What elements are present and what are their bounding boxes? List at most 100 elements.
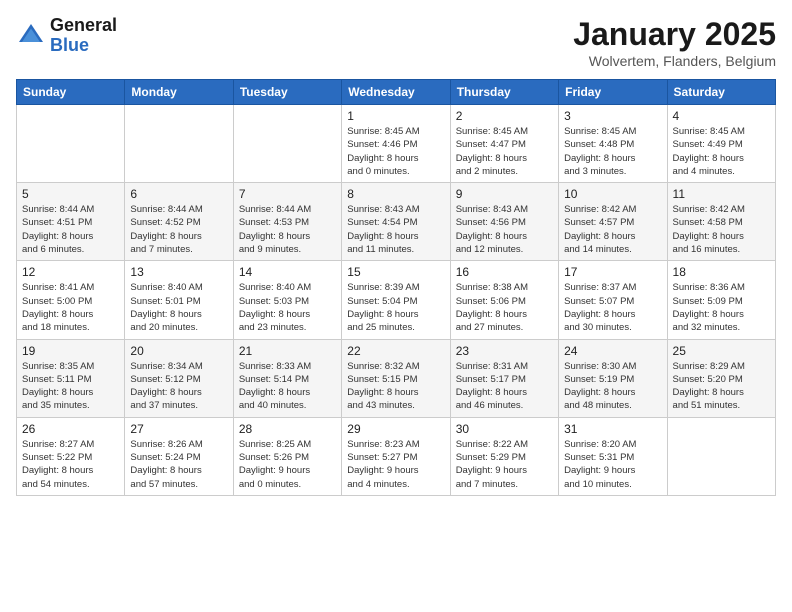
weekday-header-row: SundayMondayTuesdayWednesdayThursdayFrid… (17, 80, 776, 105)
calendar-cell: 18 Sunrise: 8:36 AM Sunset: 5:09 PM Dayli… (667, 261, 775, 339)
week-row-2: 5 Sunrise: 8:44 AM Sunset: 4:51 PM Daylig… (17, 183, 776, 261)
weekday-header-wednesday: Wednesday (342, 80, 450, 105)
calendar-cell: 19Sunrise: 8:35 AM Sunset: 5:11 PM Dayli… (17, 339, 125, 417)
calendar-cell: 12 Sunrise: 8:41 AM Sunset: 5:00 PM Dayli… (17, 261, 125, 339)
day-info: Sunrise: 8:45 AM Sunset: 4:47 PM Dayligh… (456, 125, 553, 178)
day-number: 24 (564, 344, 661, 358)
day-info: Sunrise: 8:42 AM Sunset: 4:58 PM Dayligh… (673, 203, 770, 256)
calendar-cell: 31Sunrise: 8:20 AM Sunset: 5:31 PM Dayli… (559, 417, 667, 495)
calendar-cell: 30 Sunrise: 8:22 AM Sunset: 5:29 PM Dayli… (450, 417, 558, 495)
day-number: 14 (239, 265, 336, 279)
day-number: 11 (673, 187, 770, 201)
calendar-cell: 5 Sunrise: 8:44 AM Sunset: 4:51 PM Daylig… (17, 183, 125, 261)
calendar: SundayMondayTuesdayWednesdayThursdayFrid… (16, 79, 776, 496)
day-info: Sunrise: 8:22 AM Sunset: 5:29 PM Dayligh… (456, 438, 553, 491)
week-row-1: 1 Sunrise: 8:45 AM Sunset: 4:46 PM Daylig… (17, 105, 776, 183)
day-number: 13 (130, 265, 227, 279)
day-number: 23 (456, 344, 553, 358)
weekday-header-saturday: Saturday (667, 80, 775, 105)
calendar-cell: 16 Sunrise: 8:38 AM Sunset: 5:06 PM Dayli… (450, 261, 558, 339)
day-info: Sunrise: 8:41 AM Sunset: 5:00 PM Dayligh… (22, 281, 119, 334)
day-number: 1 (347, 109, 444, 123)
day-info: Sunrise: 8:29 AM Sunset: 5:20 PM Dayligh… (673, 360, 770, 413)
week-row-5: 26Sunrise: 8:27 AM Sunset: 5:22 PM Dayli… (17, 417, 776, 495)
calendar-cell: 10Sunrise: 8:42 AM Sunset: 4:57 PM Dayli… (559, 183, 667, 261)
day-info: Sunrise: 8:38 AM Sunset: 5:06 PM Dayligh… (456, 281, 553, 334)
calendar-cell: 25Sunrise: 8:29 AM Sunset: 5:20 PM Dayli… (667, 339, 775, 417)
week-row-3: 12 Sunrise: 8:41 AM Sunset: 5:00 PM Dayli… (17, 261, 776, 339)
day-number: 4 (673, 109, 770, 123)
day-info: Sunrise: 8:37 AM Sunset: 5:07 PM Dayligh… (564, 281, 661, 334)
calendar-cell: 6Sunrise: 8:44 AM Sunset: 4:52 PM Daylig… (125, 183, 233, 261)
day-number: 29 (347, 422, 444, 436)
day-number: 31 (564, 422, 661, 436)
day-number: 5 (22, 187, 119, 201)
day-info: Sunrise: 8:40 AM Sunset: 5:03 PM Dayligh… (239, 281, 336, 334)
calendar-cell: 8Sunrise: 8:43 AM Sunset: 4:54 PM Daylig… (342, 183, 450, 261)
day-number: 22 (347, 344, 444, 358)
calendar-cell: 20Sunrise: 8:34 AM Sunset: 5:12 PM Dayli… (125, 339, 233, 417)
day-number: 20 (130, 344, 227, 358)
day-number: 16 (456, 265, 553, 279)
day-info: Sunrise: 8:43 AM Sunset: 4:56 PM Dayligh… (456, 203, 553, 256)
day-info: Sunrise: 8:26 AM Sunset: 5:24 PM Dayligh… (130, 438, 227, 491)
day-info: Sunrise: 8:44 AM Sunset: 4:51 PM Dayligh… (22, 203, 119, 256)
day-number: 9 (456, 187, 553, 201)
day-number: 30 (456, 422, 553, 436)
day-info: Sunrise: 8:32 AM Sunset: 5:15 PM Dayligh… (347, 360, 444, 413)
day-number: 18 (673, 265, 770, 279)
calendar-cell: 11 Sunrise: 8:42 AM Sunset: 4:58 PM Dayli… (667, 183, 775, 261)
calendar-cell (125, 105, 233, 183)
day-info: Sunrise: 8:33 AM Sunset: 5:14 PM Dayligh… (239, 360, 336, 413)
calendar-cell (233, 105, 341, 183)
calendar-cell: 21 Sunrise: 8:33 AM Sunset: 5:14 PM Dayli… (233, 339, 341, 417)
logo-text: General Blue (50, 16, 117, 56)
day-info: Sunrise: 8:44 AM Sunset: 4:52 PM Dayligh… (130, 203, 227, 256)
day-info: Sunrise: 8:25 AM Sunset: 5:26 PM Dayligh… (239, 438, 336, 491)
calendar-cell: 22 Sunrise: 8:32 AM Sunset: 5:15 PM Dayli… (342, 339, 450, 417)
day-number: 27 (130, 422, 227, 436)
calendar-cell: 9 Sunrise: 8:43 AM Sunset: 4:56 PM Daylig… (450, 183, 558, 261)
month-title: January 2025 (573, 16, 776, 53)
day-number: 3 (564, 109, 661, 123)
location: Wolvertem, Flanders, Belgium (573, 53, 776, 69)
calendar-cell (667, 417, 775, 495)
calendar-cell: 3Sunrise: 8:45 AM Sunset: 4:48 PM Daylig… (559, 105, 667, 183)
day-number: 21 (239, 344, 336, 358)
calendar-cell: 1 Sunrise: 8:45 AM Sunset: 4:46 PM Daylig… (342, 105, 450, 183)
day-number: 2 (456, 109, 553, 123)
calendar-cell: 13Sunrise: 8:40 AM Sunset: 5:01 PM Dayli… (125, 261, 233, 339)
logo-blue-text: Blue (50, 36, 117, 56)
day-info: Sunrise: 8:42 AM Sunset: 4:57 PM Dayligh… (564, 203, 661, 256)
calendar-cell (17, 105, 125, 183)
day-number: 28 (239, 422, 336, 436)
day-info: Sunrise: 8:43 AM Sunset: 4:54 PM Dayligh… (347, 203, 444, 256)
calendar-cell: 15Sunrise: 8:39 AM Sunset: 5:04 PM Dayli… (342, 261, 450, 339)
logo: General Blue (16, 16, 117, 56)
day-info: Sunrise: 8:45 AM Sunset: 4:49 PM Dayligh… (673, 125, 770, 178)
title-area: January 2025 Wolvertem, Flanders, Belgiu… (573, 16, 776, 69)
day-info: Sunrise: 8:35 AM Sunset: 5:11 PM Dayligh… (22, 360, 119, 413)
weekday-header-monday: Monday (125, 80, 233, 105)
calendar-cell: 14 Sunrise: 8:40 AM Sunset: 5:03 PM Dayli… (233, 261, 341, 339)
calendar-cell: 24Sunrise: 8:30 AM Sunset: 5:19 PM Dayli… (559, 339, 667, 417)
calendar-cell: 7Sunrise: 8:44 AM Sunset: 4:53 PM Daylig… (233, 183, 341, 261)
calendar-cell: 23Sunrise: 8:31 AM Sunset: 5:17 PM Dayli… (450, 339, 558, 417)
day-number: 12 (22, 265, 119, 279)
weekday-header-sunday: Sunday (17, 80, 125, 105)
day-info: Sunrise: 8:45 AM Sunset: 4:46 PM Dayligh… (347, 125, 444, 178)
logo-icon (16, 21, 46, 51)
day-info: Sunrise: 8:23 AM Sunset: 5:27 PM Dayligh… (347, 438, 444, 491)
day-info: Sunrise: 8:44 AM Sunset: 4:53 PM Dayligh… (239, 203, 336, 256)
calendar-cell: 27 Sunrise: 8:26 AM Sunset: 5:24 PM Dayli… (125, 417, 233, 495)
calendar-cell: 17 Sunrise: 8:37 AM Sunset: 5:07 PM Dayli… (559, 261, 667, 339)
weekday-header-thursday: Thursday (450, 80, 558, 105)
calendar-cell: 4 Sunrise: 8:45 AM Sunset: 4:49 PM Daylig… (667, 105, 775, 183)
calendar-cell: 26Sunrise: 8:27 AM Sunset: 5:22 PM Dayli… (17, 417, 125, 495)
calendar-cell: 28 Sunrise: 8:25 AM Sunset: 5:26 PM Dayli… (233, 417, 341, 495)
day-number: 15 (347, 265, 444, 279)
logo-general-text: General (50, 16, 117, 36)
page-header: General Blue January 2025 Wolvertem, Fla… (16, 16, 776, 69)
day-info: Sunrise: 8:36 AM Sunset: 5:09 PM Dayligh… (673, 281, 770, 334)
day-number: 17 (564, 265, 661, 279)
